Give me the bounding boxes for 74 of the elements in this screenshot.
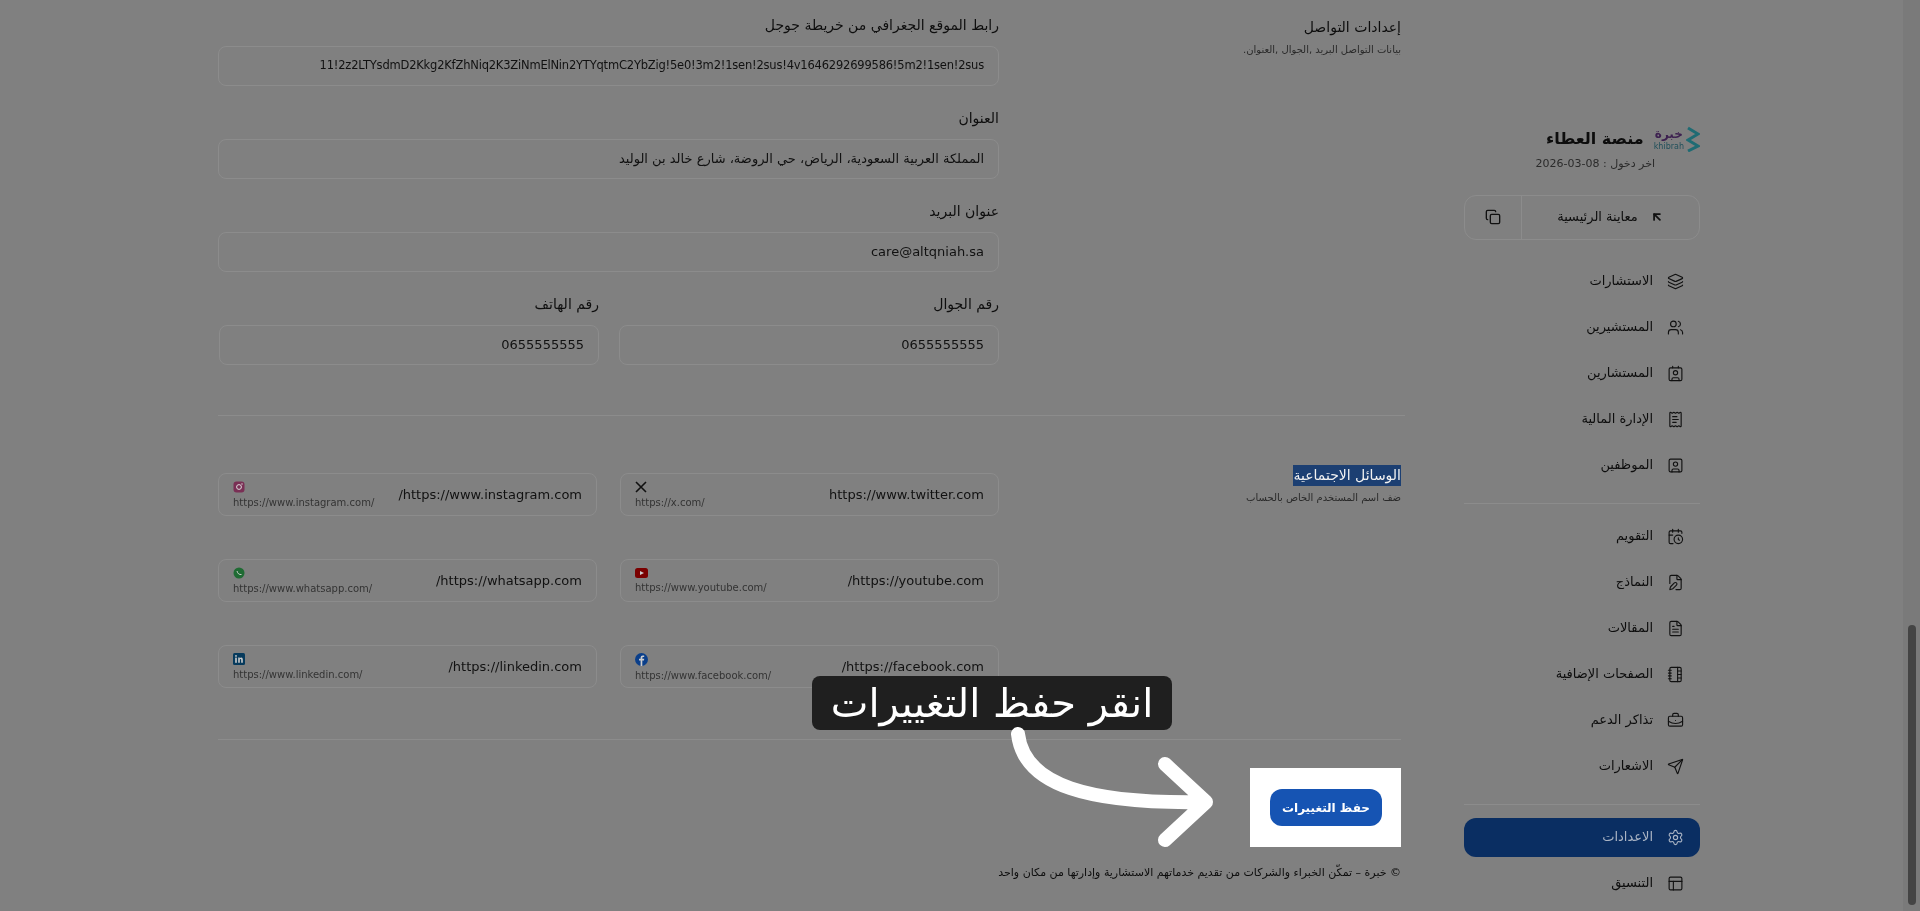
- section-subtitle: بيانات التواصل البريد ,الجوال ,العنوان.: [1241, 43, 1401, 57]
- field-label: العنوان: [957, 109, 999, 129]
- field-value: 11!2z2LTYsdmD2Kkg2KfZhNiq2K3ZiNmElNin2YTYqtmC2YbZig!5e0!3m2!1sen!2sus!4v1646292699586!5m2!1sen!2sus: [319, 57, 984, 75]
- field-hint: https://www.instagram.com/: [233, 496, 375, 510]
- section-title: الوسائل الاجتماعية: [1293, 465, 1401, 486]
- contact-card-icon: [1667, 364, 1684, 382]
- send-icon: [1667, 757, 1684, 775]
- field-value: care@altqniah.sa: [870, 243, 984, 262]
- link-input[interactable]: /https://whatsapp.com: [435, 570, 582, 591]
- user-square-icon: [1667, 456, 1684, 474]
- link-input[interactable]: /https://facebook.com: [841, 656, 984, 677]
- sidebar-item[interactable]: المستشيرين: [1464, 307, 1700, 347]
- input-field[interactable]: 11!2z2LTYsdmD2Kkg2KfZhNiq2K3ZiNmElNin2YTYqtmC2YbZig!5e0!3m2!1sen!2sus!4v1646292699586!5m2!1sen!2sus: [218, 46, 999, 86]
- section-title: إعدادات التواصل: [1302, 18, 1401, 38]
- field-hint: https://www.facebook.com/: [635, 668, 772, 683]
- sidebar-item[interactable]: المستشارين: [1464, 353, 1700, 393]
- briefcase-icon: [1667, 711, 1684, 729]
- linkedin-icon: [233, 653, 245, 665]
- play-icon: [635, 568, 648, 578]
- link-input[interactable]: https://www.twitter.com: [828, 484, 984, 505]
- platform-title: منصة العطاء: [1545, 128, 1644, 150]
- footer-text: © خبرة – تمكّن الخبراء والشركات من تقديم خدماتهم الاستشارية وإدارتها من مكان واحد: [997, 865, 1401, 881]
- sidebar-item[interactable]: التنسيق: [1464, 863, 1700, 903]
- layers-icon: [1667, 272, 1684, 290]
- link-input[interactable]: /https://www.instagram.com: [398, 484, 582, 505]
- input-field[interactable]: 0655555555: [619, 325, 999, 365]
- input-field[interactable]: 0655555555: [219, 325, 599, 365]
- sidebar-item[interactable]: الاستشارات: [1464, 261, 1700, 301]
- link-input[interactable]: /https://youtube.com: [847, 570, 984, 591]
- logo-subtext: khibrah: [1653, 142, 1684, 151]
- sidebar-item[interactable]: تذاكر الدعم: [1464, 700, 1700, 740]
- field-hint: https://www.linkedin.com/: [233, 668, 363, 682]
- x-icon: [635, 481, 647, 493]
- sidebar-item[interactable]: الإدارة المالية: [1464, 399, 1700, 439]
- field-value: 0655555555: [501, 336, 584, 355]
- field-hint: https://x.com/: [635, 496, 705, 510]
- logo-text: خبرة: [1654, 127, 1683, 141]
- sidebar-item[interactable]: الموظفين: [1464, 445, 1700, 485]
- calendar-clock-icon: [1667, 527, 1684, 545]
- input-field[interactable]: care@altqniah.sa: [218, 232, 999, 272]
- notebook-icon: [1667, 665, 1684, 683]
- last-login-text: اخر دخول : 08-03-2026: [1534, 156, 1655, 172]
- sidebar-item[interactable]: المقالات: [1464, 608, 1700, 648]
- scrollbar-thumb[interactable]: [1907, 625, 1916, 905]
- tour-tooltip: انقر حفظ التغييرات: [812, 676, 1172, 730]
- section-subtitle: ضف اسم المستخدم الخاص بالحساب: [1245, 491, 1401, 505]
- save-button[interactable]: حفظ التغييرات: [1270, 789, 1382, 826]
- field-hint: https://www.youtube.com/: [635, 581, 767, 595]
- sidebar-item[interactable]: الاشعارات: [1464, 746, 1700, 786]
- sidebar-item[interactable]: النماذج: [1464, 562, 1700, 602]
- link-input[interactable]: /https://linkedin.com: [448, 656, 582, 677]
- sidebar-item[interactable]: الصفحات الإضافية: [1464, 654, 1700, 694]
- facebook-icon: [635, 652, 648, 666]
- field-hint: https://www.whatsapp.com/: [233, 582, 373, 596]
- scrollbar[interactable]: [1903, 0, 1920, 911]
- camera-icon: [233, 481, 245, 493]
- field-value: المملكة العربية السعودية، الرياض، حي الروضة، شارع خالد بن الوليد: [618, 150, 984, 169]
- field-value: 0655555555: [901, 336, 984, 355]
- settings-icon: [1667, 828, 1684, 846]
- sidebar-item[interactable]: الاعدادات: [1464, 817, 1700, 857]
- users-icon: [1667, 318, 1684, 336]
- field-label: عنوان البريد: [928, 202, 999, 222]
- field-label: رقم الهاتف: [533, 295, 599, 315]
- field-label: رقم الجوال: [932, 295, 999, 315]
- input-field[interactable]: المملكة العربية السعودية، الرياض، حي الروضة، شارع خالد بن الوليد: [218, 139, 999, 179]
- receipt-icon: [1667, 410, 1684, 428]
- logo-mark-icon: [1686, 126, 1700, 152]
- field-label: رابط الموقع الجغرافي من خريطة جوجل: [763, 16, 999, 36]
- layout-icon: [1667, 874, 1684, 892]
- file-pen-icon: [1667, 573, 1684, 591]
- chat-bubble-icon: [233, 567, 245, 579]
- document-icon: [1667, 619, 1684, 637]
- sidebar-item[interactable]: التقويم: [1464, 516, 1700, 556]
- copy-icon: [1485, 209, 1501, 225]
